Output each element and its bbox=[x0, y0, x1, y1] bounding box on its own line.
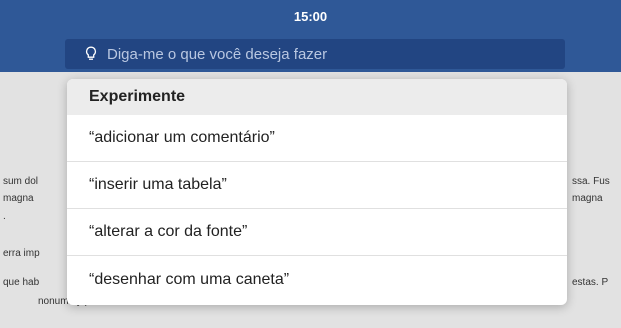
suggestion-add-comment[interactable]: “adicionar um comentário” bbox=[67, 115, 567, 162]
lightbulb-icon bbox=[85, 46, 97, 62]
doc-text-right: magna bbox=[572, 193, 603, 204]
app-header: 15:00 Diga-me o que você deseja fazer bbox=[0, 0, 621, 72]
suggestions-header: Experimente bbox=[67, 79, 567, 115]
doc-text-left: sum dol bbox=[3, 176, 39, 187]
doc-text-left: erra imp bbox=[3, 248, 40, 259]
doc-text-right: ssa. Fus bbox=[572, 176, 610, 187]
suggestion-insert-table[interactable]: “inserir uma tabela” bbox=[67, 162, 567, 209]
doc-text-right: estas. P bbox=[572, 277, 609, 288]
suggestion-change-font-color[interactable]: “alterar a cor da fonte” bbox=[67, 209, 567, 256]
suggestions-dropdown: Experimente “adicionar um comentário” “i… bbox=[67, 79, 567, 305]
suggestion-draw-with-pen[interactable]: “desenhar com uma caneta” bbox=[67, 256, 567, 303]
doc-text-left: que hab bbox=[3, 277, 40, 288]
doc-text-left: magna bbox=[3, 193, 34, 204]
doc-text-left: . bbox=[3, 211, 6, 222]
status-time: 15:00 bbox=[293, 9, 328, 24]
tell-me-search-box[interactable]: Diga-me o que você deseja fazer bbox=[65, 39, 565, 69]
search-placeholder[interactable]: Diga-me o que você deseja fazer bbox=[107, 46, 327, 63]
